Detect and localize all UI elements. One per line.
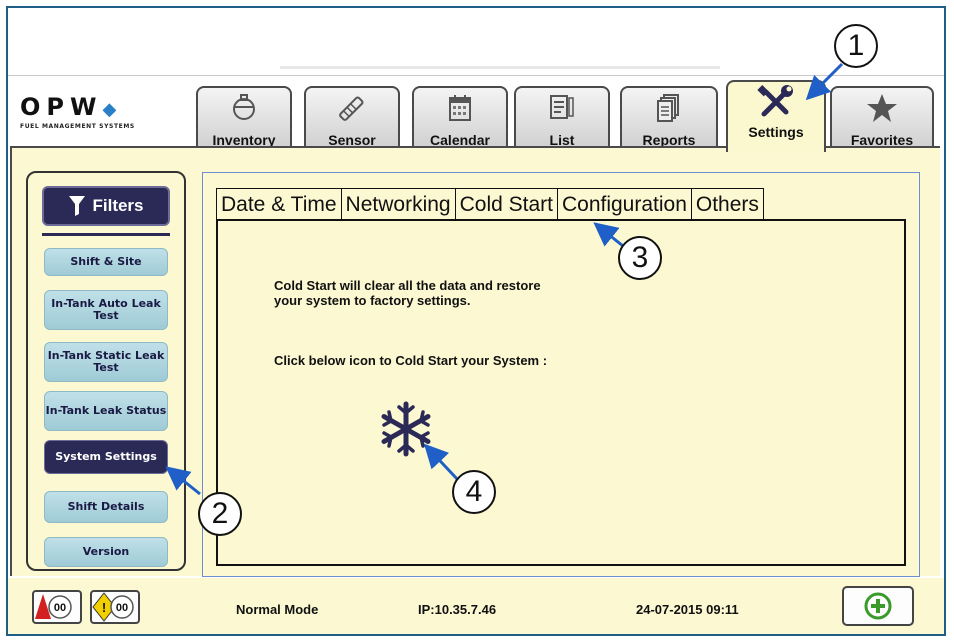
system-mode: Normal Mode — [236, 602, 319, 617]
settings-content: Date & Time Networking Cold Start Config… — [202, 172, 920, 577]
warning-count: 00 — [116, 602, 128, 614]
subtab-networking[interactable]: Networking — [340, 188, 456, 219]
callout-1: 1 — [834, 24, 878, 68]
cold-start-instruction: Click below icon to Cold Start your Syst… — [274, 353, 548, 368]
subtab-date-time[interactable]: Date & Time — [216, 188, 342, 219]
tank-icon — [198, 92, 290, 124]
plus-circle-icon — [864, 592, 892, 620]
warning-line-1: Cold Start will clear all the data and r… — [274, 278, 541, 293]
reports-icon — [622, 92, 716, 124]
sidebar-item-system-settings[interactable]: System Settings — [44, 440, 168, 474]
star-icon — [832, 92, 932, 124]
filters-label: Filters — [92, 196, 144, 215]
date-time: 24-07-2015 09:11 — [636, 602, 739, 617]
tab-favorites[interactable]: Favorites — [830, 86, 934, 150]
list-icon — [516, 92, 608, 124]
callout-3: 3 — [618, 236, 662, 280]
calendar-icon — [414, 92, 506, 124]
callout-4: 4 — [452, 470, 496, 514]
tools-icon — [728, 85, 824, 118]
alarm-indicator[interactable]: 00 — [32, 590, 82, 624]
filters-button[interactable]: Filters — [42, 186, 170, 226]
sidebar-item-version[interactable]: Version — [44, 537, 168, 567]
svg-text:!: ! — [102, 600, 106, 615]
subtab-configuration[interactable]: Configuration — [556, 188, 692, 219]
filters-divider — [42, 233, 170, 236]
warning-indicator[interactable]: ! 00 — [90, 590, 140, 624]
tab-calendar[interactable]: Calendar — [412, 86, 508, 150]
filters-sidebar: Filters Shift & Site In-Tank Auto Leak T… — [26, 171, 186, 571]
add-button[interactable] — [842, 586, 914, 626]
tab-list[interactable]: List — [514, 86, 610, 150]
logo-name: OPW — [20, 93, 103, 121]
settings-subtabs: Date & Time Networking Cold Start Config… — [216, 188, 764, 219]
cold-start-warning: Cold Start will clear all the data and r… — [274, 278, 654, 308]
cold-start-panel: Cold Start will clear all the data and r… — [216, 219, 906, 566]
sidebar-item-auto-leak-test[interactable]: In-Tank Auto Leak Test — [44, 290, 168, 330]
alarm-count: 00 — [54, 602, 66, 614]
subtab-others[interactable]: Others — [690, 188, 764, 219]
callout-2: 2 — [198, 492, 242, 536]
sensor-probe-icon — [306, 92, 398, 124]
tab-label: Settings — [748, 124, 804, 140]
logo-tagline: FUEL MANAGEMENT SYSTEMS — [20, 123, 135, 130]
tab-reports[interactable]: Reports — [620, 86, 718, 150]
sidebar-item-shift-site[interactable]: Shift & Site — [44, 248, 168, 276]
tab-sensor[interactable]: Sensor — [304, 86, 400, 150]
tab-settings[interactable]: Settings — [726, 80, 826, 152]
filter-funnel-icon — [69, 196, 86, 216]
warning-line-2: your system to factory settings. — [274, 293, 471, 308]
subtab-cold-start[interactable]: Cold Start — [454, 188, 558, 219]
logo-diamond-icon: ◆ — [102, 99, 117, 120]
top-divider — [280, 66, 720, 69]
sidebar-item-shift-details[interactable]: Shift Details — [44, 491, 168, 523]
cold-start-snowflake-icon[interactable] — [378, 401, 434, 457]
tab-inventory[interactable]: Inventory — [196, 86, 292, 150]
opw-logo: OPW◆ FUEL MANAGEMENT SYSTEMS — [20, 95, 190, 135]
header-divider — [8, 75, 944, 76]
sidebar-item-leak-status[interactable]: In-Tank Leak Status — [44, 391, 168, 431]
sidebar-item-static-leak-test[interactable]: In-Tank Static Leak Test — [44, 342, 168, 382]
ip-address: IP:10.35.7.46 — [418, 602, 497, 617]
